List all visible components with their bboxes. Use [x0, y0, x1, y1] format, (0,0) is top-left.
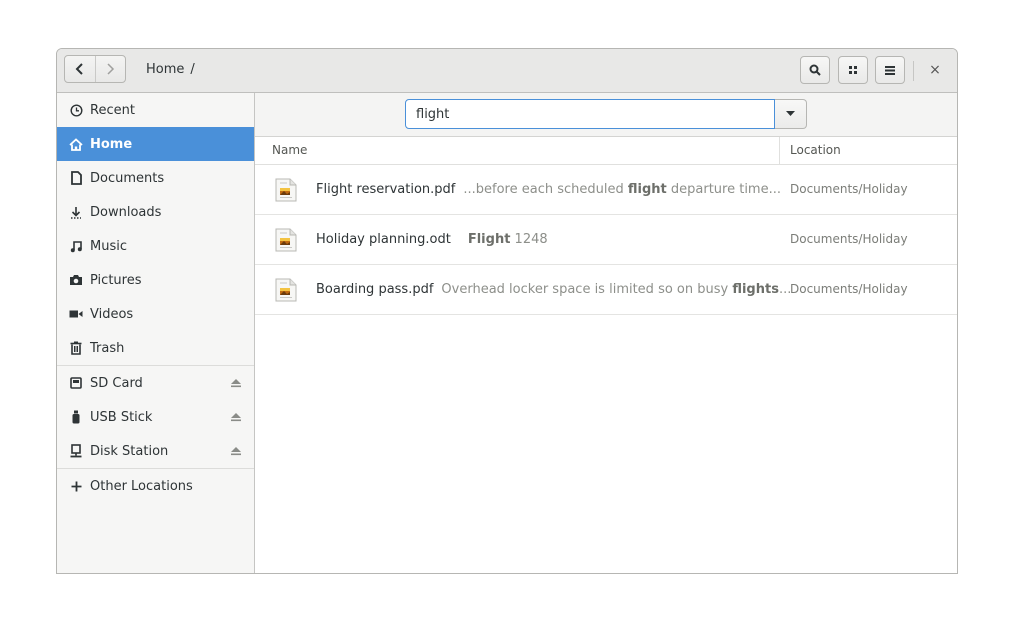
match-snippet: Overhead locker space is limited so on b… — [441, 282, 791, 297]
sidebar-item-label: Other Locations — [90, 478, 193, 494]
trash-icon — [69, 341, 83, 355]
snippet-text: ...before each scheduled — [463, 182, 628, 197]
snippet-text: 1248 — [510, 232, 548, 247]
home-icon — [69, 137, 83, 151]
header-bar: Home / × — [57, 49, 957, 93]
sidebar-item-label: Trash — [90, 340, 125, 356]
sidebar-item-recent[interactable]: Recent — [57, 93, 254, 127]
file-location: Documents/Holiday — [790, 182, 908, 196]
network-drive-icon — [69, 444, 83, 458]
sidebar-item-sd-card[interactable]: SD Card — [57, 366, 254, 400]
sidebar-item-label: Home — [90, 136, 133, 152]
eject-icon[interactable] — [230, 377, 242, 392]
sidebar-item-videos[interactable]: Videos — [57, 297, 254, 331]
sidebar-item-downloads[interactable]: Downloads — [57, 195, 254, 229]
file-location: Documents/Holiday — [790, 282, 908, 296]
table-row[interactable]: Holiday planning.odt Flight 1248 Document… — [255, 215, 957, 265]
view-mode-button[interactable] — [838, 56, 868, 84]
sd-card-icon — [69, 376, 83, 390]
toolbar-separator — [913, 61, 914, 81]
document-file-icon — [275, 178, 297, 206]
close-icon: × — [929, 62, 941, 78]
table-row[interactable]: Flight reservation.pdf ...before each sch… — [255, 165, 957, 215]
sidebar-item-label: Downloads — [90, 204, 162, 220]
sidebar-item-label: Pictures — [90, 272, 142, 288]
file-name: Boarding pass.pdf Overhead locker space i… — [316, 282, 791, 297]
chevron-right-icon — [107, 63, 115, 75]
match-snippet: Flight 1248 — [468, 232, 548, 247]
music-icon — [69, 239, 83, 253]
search-options-dropdown[interactable] — [775, 99, 807, 129]
file-name: Flight reservation.pdf ...before each sch… — [316, 182, 781, 197]
sidebar: Recent Home Documents Downloads Music Pi… — [57, 93, 255, 573]
sidebar-item-other-locations[interactable]: Other Locations — [57, 469, 254, 503]
clock-icon — [69, 103, 83, 117]
sidebar-item-home[interactable]: Home — [57, 127, 254, 161]
breadcrumb-home[interactable]: Home — [146, 62, 184, 77]
chevron-down-icon — [786, 111, 795, 116]
sidebar-item-music[interactable]: Music — [57, 229, 254, 263]
download-icon — [69, 205, 83, 219]
column-header: Name Location — [255, 137, 957, 165]
chevron-left-icon — [75, 63, 83, 75]
hamburger-menu-icon — [885, 66, 895, 75]
snippet-text: Overhead locker space is limited so on b… — [441, 282, 733, 297]
grid-icon — [849, 66, 857, 74]
usb-icon — [69, 410, 83, 424]
document-file-icon — [275, 278, 297, 306]
sidebar-item-label: Recent — [90, 102, 135, 118]
menu-button[interactable] — [875, 56, 905, 84]
snippet-text: departure time... — [666, 182, 781, 197]
sidebar-item-usb-stick[interactable]: USB Stick — [57, 400, 254, 434]
snippet-match: flight — [627, 182, 667, 197]
eject-icon[interactable] — [230, 411, 242, 426]
document-icon — [69, 171, 83, 185]
video-icon — [69, 307, 83, 321]
sidebar-item-disk-station[interactable]: Disk Station — [57, 434, 254, 468]
snippet-match: Flight — [467, 232, 511, 247]
sidebar-item-documents[interactable]: Documents — [57, 161, 254, 195]
column-location-header[interactable]: Location — [779, 137, 841, 164]
file-manager-window: Home / × Recent Home Documents Downloads… — [56, 48, 958, 574]
match-snippet: ...before each scheduled flight departur… — [463, 182, 781, 197]
file-name-text: Boarding pass.pdf — [316, 282, 434, 297]
main-content: Name Location Flight reservation.pdf ...b… — [255, 93, 957, 573]
sidebar-item-label: Music — [90, 238, 127, 254]
table-row[interactable]: Boarding pass.pdf Overhead locker space i… — [255, 265, 957, 315]
sidebar-item-label: SD Card — [90, 375, 143, 391]
column-name-header[interactable]: Name — [272, 143, 307, 157]
sidebar-item-label: USB Stick — [90, 409, 153, 425]
search-icon — [809, 64, 821, 76]
breadcrumb[interactable]: Home / — [146, 62, 195, 77]
close-button[interactable]: × — [925, 60, 945, 80]
file-location: Documents/Holiday — [790, 232, 908, 246]
sidebar-item-pictures[interactable]: Pictures — [57, 263, 254, 297]
camera-icon — [69, 273, 83, 287]
snippet-match: flights — [732, 282, 779, 297]
eject-icon[interactable] — [230, 445, 242, 460]
sidebar-item-label: Videos — [90, 306, 134, 322]
forward-button[interactable] — [94, 56, 126, 82]
file-name-text: Holiday planning.odt — [316, 232, 451, 247]
search-button[interactable] — [800, 56, 830, 84]
sidebar-item-label: Disk Station — [90, 443, 169, 459]
sidebar-item-trash[interactable]: Trash — [57, 331, 254, 365]
back-button[interactable] — [65, 56, 95, 82]
breadcrumb-separator: / — [190, 62, 195, 77]
plus-icon — [69, 479, 83, 493]
search-input[interactable] — [405, 99, 775, 129]
sidebar-item-label: Documents — [90, 170, 165, 186]
search-bar — [255, 93, 957, 137]
navigation-buttons — [64, 55, 126, 83]
file-name-text: Flight reservation.pdf — [316, 182, 456, 197]
file-name: Holiday planning.odt Flight 1248 — [316, 232, 548, 247]
document-file-icon — [275, 228, 297, 256]
